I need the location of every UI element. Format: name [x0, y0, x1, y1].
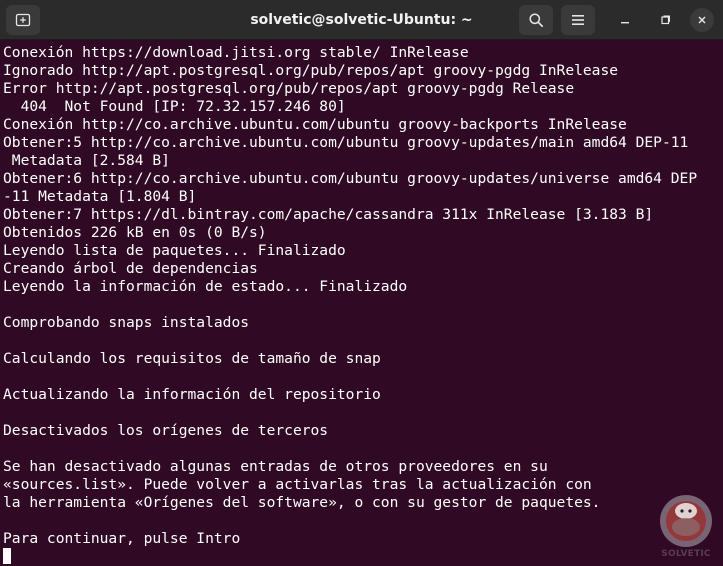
terminal-line: Creando árbol de dependencias: [3, 260, 258, 277]
terminal-line: la herramienta «Orígenes del software», …: [3, 494, 601, 511]
maximize-button[interactable]: [653, 8, 677, 32]
close-icon: [698, 16, 706, 24]
terminal-line: Obtenidos 226 kB en 0s (0 B/s): [3, 224, 267, 241]
terminal-output[interactable]: Conexión https://download.jitsi.org stab…: [0, 44, 723, 566]
terminal-line: «sources.list». Puede volver a activarla…: [3, 476, 592, 493]
terminal-line: Se han desactivado algunas entradas de o…: [3, 458, 548, 475]
terminal-line: Calculando los requisitos de tamaño de s…: [3, 350, 381, 367]
terminal-line: Obtener:6 http://co.archive.ubuntu.com/u…: [3, 170, 698, 187]
new-tab-icon: [15, 13, 31, 27]
terminal-line: Conexión http://co.archive.ubuntu.com/ub…: [3, 116, 627, 133]
terminal-line: Actualizando la información del reposito…: [3, 386, 381, 403]
terminal-window: solvetic@solvetic-Ubuntu: ~ Conexión htt…: [0, 0, 723, 566]
maximize-icon: [661, 15, 670, 25]
terminal-line: Leyendo lista de paquetes... Finalizado: [3, 242, 346, 259]
solvetic-logo-icon: [660, 495, 712, 547]
terminal-line: 404 Not Found [IP: 72.32.157.246 80]: [3, 98, 346, 115]
terminal-line: Metadata [2.584 B]: [3, 152, 170, 169]
terminal-line: Comprobando snaps instalados: [3, 314, 250, 331]
terminal-lines: Conexión https://download.jitsi.org stab…: [0, 44, 723, 566]
terminal-line: -11 Metadata [1.804 B]: [3, 188, 197, 205]
close-button[interactable]: [690, 8, 714, 32]
terminal-line: Desactivados los orígenes de terceros: [3, 422, 329, 439]
prompt-line: [3, 548, 723, 566]
solvetic-watermark-logo: SOLVETIC: [652, 493, 720, 563]
menu-button[interactable]: [561, 5, 595, 35]
terminal-line: Para continuar, pulse Intro: [3, 530, 241, 547]
terminal-line: Error http://apt.postgresql.org/pub/repo…: [3, 80, 575, 97]
terminal-line: Conexión https://download.jitsi.org stab…: [3, 44, 469, 61]
terminal-line: Obtener:5 http://co.archive.ubuntu.com/u…: [3, 134, 689, 151]
title-bar[interactable]: solvetic@solvetic-Ubuntu: ~: [0, 0, 723, 40]
minimize-icon: [621, 22, 629, 24]
text-cursor: [3, 548, 11, 564]
hamburger-menu-icon: [572, 15, 584, 25]
terminal-line: Leyendo la información de estado... Fina…: [3, 278, 408, 295]
watermark-text: SOLVETIC: [661, 549, 711, 559]
terminal-line: Ignorado http://apt.postgresql.org/pub/r…: [3, 62, 619, 79]
minimize-button[interactable]: [613, 8, 637, 32]
new-tab-button[interactable]: [6, 5, 40, 35]
search-button[interactable]: [519, 5, 553, 35]
terminal-line: Obtener:7 https://dl.bintray.com/apache/…: [3, 206, 654, 223]
search-icon: [529, 13, 544, 28]
